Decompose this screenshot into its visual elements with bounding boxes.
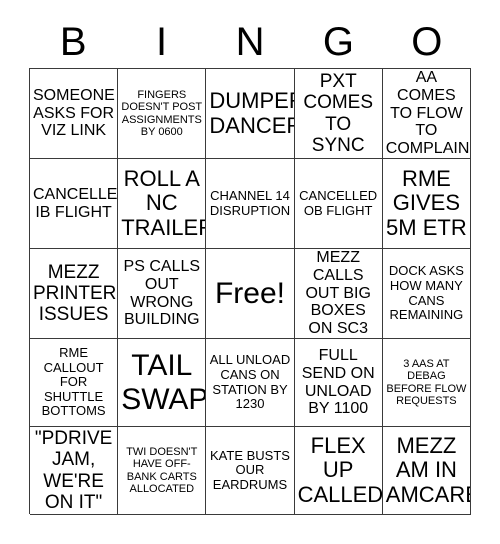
bingo-cell[interactable]: "PDRIVE JAM, WE'RE ON IT" (30, 427, 119, 515)
bingo-header-letter-b: B (59, 20, 87, 64)
bingo-cell[interactable]: CANCELLED IB FLIGHT (30, 159, 119, 249)
bingo-cell-label: AA COMES TO FLOW TO COMPLAIN (385, 69, 470, 158)
bingo-cell[interactable]: FLEX UP CALLED (294, 427, 383, 515)
bingo-cell[interactable]: CANCELLED OB FLIGHT (294, 159, 383, 249)
bingo-cell[interactable]: ALL UNLOAD CANS ON STATION BY 1230 (206, 339, 295, 427)
bingo-cell[interactable]: DUMPER DANCER (206, 69, 295, 159)
bingo-cell-label: PS CALLS OUT WRONG BUILDING (123, 257, 201, 329)
bingo-cell[interactable]: ROLL A NC TRAILER (118, 159, 207, 249)
bingo-cell[interactable]: RME GIVES 5M ETR (382, 159, 471, 249)
bingo-cell-label: Free! (214, 276, 285, 310)
bingo-cell-label: "PDRIVE JAM, WE'RE ON IT" (34, 427, 113, 513)
bingo-cell-label: DUMPER DANCER (209, 87, 295, 138)
bingo-cell[interactable]: CHANNEL 14 DISRUPTION (206, 159, 295, 249)
bingo-cell-label: RME CALLOUT FOR SHUTTLE BOTTOMS (41, 345, 106, 419)
bingo-cell[interactable]: MEZZ PRINTER ISSUES (30, 249, 119, 339)
bingo-cell[interactable]: Free! (206, 249, 295, 339)
bingo-cell[interactable]: RME CALLOUT FOR SHUTTLE BOTTOMS (30, 339, 119, 427)
bingo-cell[interactable]: PS CALLS OUT WRONG BUILDING (118, 249, 207, 339)
bingo-cell[interactable]: KATE BUSTS OUR EARDRUMS (206, 427, 295, 515)
bingo-cell-label: DOCK ASKS HOW MANY CANS REMAINING (388, 263, 464, 323)
bingo-cell-label: ROLL A NC TRAILER (121, 165, 207, 240)
bingo-cell[interactable]: TAIL SWAP (118, 339, 207, 427)
bingo-cell-label: MEZZ AM IN AMCARE (385, 432, 471, 507)
bingo-cell[interactable]: MEZZ AM IN AMCARE (382, 427, 471, 515)
bingo-cell-label: TAIL SWAP (121, 348, 207, 416)
bingo-cell-label: FULL SEND ON UNLOAD BY 1100 (301, 346, 375, 418)
bingo-cell[interactable]: DOCK ASKS HOW MANY CANS REMAINING (382, 249, 471, 339)
bingo-cell-label: ALL UNLOAD CANS ON STATION BY 1230 (209, 352, 291, 412)
bingo-card: B I N G O SOMEONE ASKS FOR VIZ LINK FINGE… (0, 0, 500, 544)
bingo-cell[interactable]: PXT COMES TO SYNC (294, 69, 383, 159)
bingo-cell[interactable]: FULL SEND ON UNLOAD BY 1100 (294, 339, 383, 427)
bingo-cell[interactable]: MEZZ CALLS OUT BIG BOXES ON SC3 (294, 249, 383, 339)
bingo-cell-label: RME GIVES 5M ETR (386, 165, 467, 240)
bingo-grid: SOMEONE ASKS FOR VIZ LINK FINGERS DOESN'T… (29, 68, 471, 515)
bingo-cell-label: CANCELLED OB FLIGHT (299, 187, 378, 218)
bingo-cell[interactable]: AA COMES TO FLOW TO COMPLAIN (382, 69, 471, 159)
bingo-cell-label: FINGERS DOESN'T POST ASSIGNMENTS BY 0600 (121, 88, 203, 138)
bingo-cell-label: MEZZ PRINTER ISSUES (33, 261, 117, 326)
bingo-cell[interactable]: 3 AAS AT DEBAG BEFORE FLOW REQUESTS (382, 339, 471, 427)
bingo-header: B I N G O (29, 16, 471, 68)
bingo-cell-label: TWI DOESN'T HAVE OFF-BANK CARTS ALLOCATE… (126, 445, 198, 495)
bingo-cell-label: FLEX UP CALLED (297, 432, 383, 507)
bingo-cell-label: 3 AAS AT DEBAG BEFORE FLOW REQUESTS (386, 357, 467, 407)
bingo-header-letter-g: G (322, 20, 354, 64)
bingo-cell-label: SOMEONE ASKS FOR VIZ LINK (33, 86, 115, 140)
bingo-cell-label: CHANNEL 14 DISRUPTION (209, 187, 291, 218)
bingo-cell-label: KATE BUSTS OUR EARDRUMS (210, 447, 290, 492)
bingo-header-letter-n: N (235, 20, 265, 64)
bingo-cell[interactable]: TWI DOESN'T HAVE OFF-BANK CARTS ALLOCATE… (118, 427, 207, 515)
bingo-cell-label: MEZZ CALLS OUT BIG BOXES ON SC3 (305, 249, 371, 338)
bingo-cell-label: PXT COMES TO SYNC (303, 70, 374, 156)
bingo-header-letter-o: O (411, 20, 443, 64)
bingo-cell[interactable]: FINGERS DOESN'T POST ASSIGNMENTS BY 0600 (118, 69, 207, 159)
bingo-cell-label: CANCELLED IB FLIGHT (33, 185, 118, 221)
bingo-cell[interactable]: SOMEONE ASKS FOR VIZ LINK (30, 69, 119, 159)
bingo-header-letter-i: I (156, 20, 168, 64)
